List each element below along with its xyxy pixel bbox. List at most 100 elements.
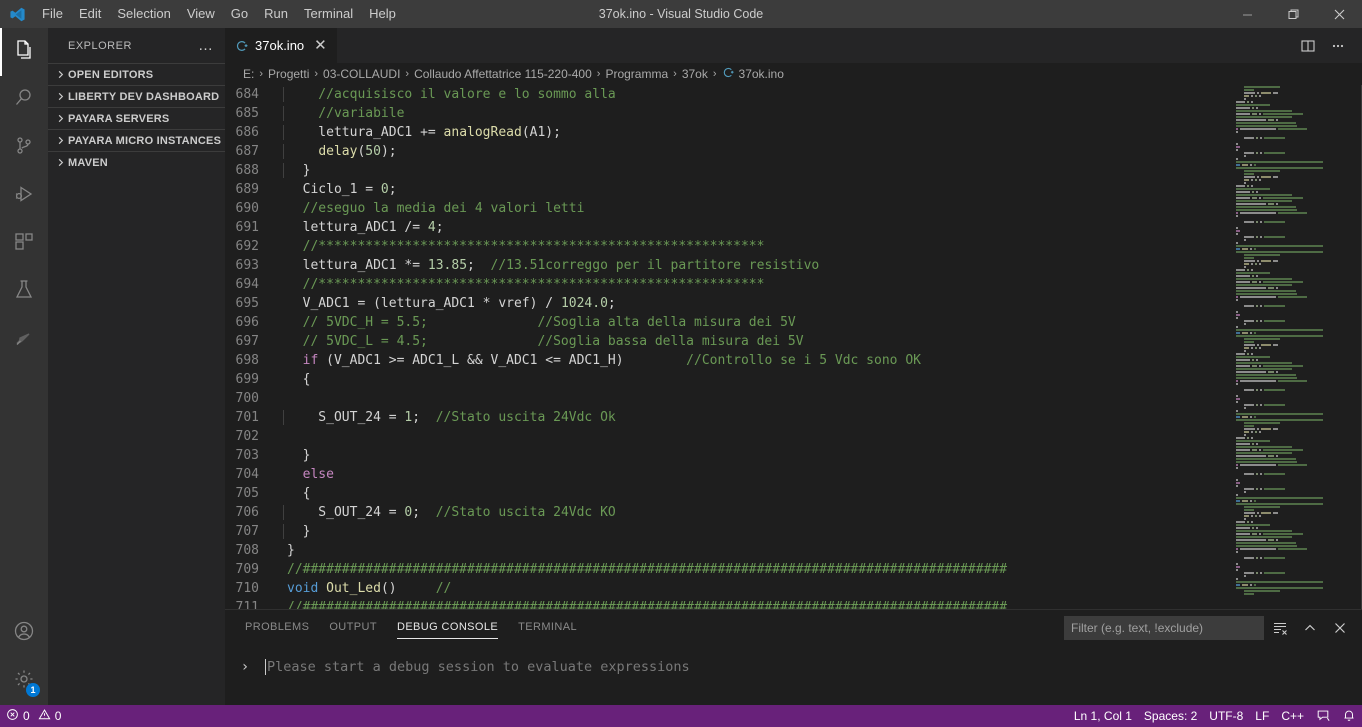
panel-tab-output[interactable]: OUTPUT: [319, 610, 387, 645]
status-encoding[interactable]: UTF-8: [1203, 705, 1249, 727]
minimap-token: [1264, 236, 1286, 238]
status-indentation[interactable]: Spaces: 2: [1138, 705, 1203, 727]
activity-item-liberty-dashboard[interactable]: [0, 316, 48, 364]
minimap-token: [1252, 281, 1257, 283]
breadcrumb-item-programma[interactable]: Programma: [605, 67, 668, 81]
status-problems[interactable]: 0 0: [0, 705, 67, 727]
code-line[interactable]: 699 {: [225, 370, 1228, 389]
code-line[interactable]: 694 //**********************************…: [225, 275, 1228, 294]
sidebar-item-payara-servers[interactable]: PAYARA SERVERS: [48, 107, 225, 129]
maximize-panel-button[interactable]: [1296, 616, 1324, 640]
code-line[interactable]: 688 }: [225, 161, 1228, 180]
code-line[interactable]: 691 lettura_ADC1 /= 4;: [225, 218, 1228, 237]
code-line[interactable]: 690 //eseguo la media dei 4 valori letti: [225, 199, 1228, 218]
menu-help[interactable]: Help: [361, 0, 404, 28]
activity-item-explorer[interactable]: [0, 28, 48, 76]
status-feedback-button[interactable]: [1310, 705, 1336, 727]
debug-console-body[interactable]: › Please start a debug session to evalua…: [225, 645, 1362, 705]
code-line[interactable]: 705 {: [225, 484, 1228, 503]
menu-run[interactable]: Run: [256, 0, 296, 28]
activity-item-extensions[interactable]: [0, 220, 48, 268]
code-line[interactable]: 703 }: [225, 446, 1228, 465]
code-line[interactable]: 706 S_OUT_24 = 0; //Stato uscita 24Vdc K…: [225, 503, 1228, 522]
menu-terminal[interactable]: Terminal: [296, 0, 361, 28]
code-editor[interactable]: 684 //acquisisco il valore e lo sommo al…: [225, 85, 1362, 609]
minimap-token: [1256, 236, 1258, 238]
code-scroll-region[interactable]: 684 //acquisisco il valore e lo sommo al…: [225, 85, 1228, 609]
activity-item-accounts[interactable]: [0, 609, 48, 657]
code-line[interactable]: 684 //acquisisco il valore e lo sommo al…: [225, 85, 1228, 104]
activity-item-manage-settings[interactable]: 1: [0, 657, 48, 705]
breadcrumb-item-collaudo-affettatrice[interactable]: Collaudo Affettatrice 115-220-400: [414, 67, 592, 81]
activity-item-search[interactable]: [0, 76, 48, 124]
menu-file[interactable]: File: [34, 0, 71, 28]
minimap-token: [1236, 401, 1238, 403]
code-line[interactable]: 696 // 5VDC_H = 5.5; //Soglia alta della…: [225, 313, 1228, 332]
menu-view[interactable]: View: [179, 0, 223, 28]
sidebar-item-payara-micro-instances[interactable]: PAYARA MICRO INSTANCES: [48, 129, 225, 151]
code-token: //variabile: [287, 106, 404, 121]
minimap-token: [1257, 428, 1259, 430]
clear-console-button[interactable]: [1266, 616, 1294, 640]
code-line[interactable]: 710void Out_Led() //: [225, 579, 1228, 598]
minimize-button[interactable]: [1224, 0, 1270, 28]
minimap-token: [1244, 239, 1246, 241]
status-notifications-button[interactable]: [1336, 705, 1362, 727]
debug-console-filter-input[interactable]: [1064, 616, 1264, 640]
menu-go[interactable]: Go: [223, 0, 256, 28]
code-line[interactable]: 711//###################################…: [225, 598, 1228, 609]
editor-tab-37ok-ino[interactable]: 37ok.ino ✕: [225, 28, 338, 63]
code-line[interactable]: 709//###################################…: [225, 560, 1228, 579]
code-line[interactable]: 702: [225, 427, 1228, 446]
status-eol[interactable]: LF: [1249, 705, 1275, 727]
panel-tab-debug-console[interactable]: DEBUG CONSOLE: [387, 610, 508, 645]
breadcrumb-item-37ok[interactable]: 37ok: [682, 67, 708, 81]
code-line[interactable]: 698 if (V_ADC1 >= ADC1_L && V_ADC1 <= AD…: [225, 351, 1228, 370]
breadcrumb-item-file[interactable]: 37ok.ino: [739, 67, 784, 81]
minimap-token: [1244, 98, 1246, 100]
code-line[interactable]: 708}: [225, 541, 1228, 560]
minimap-token: [1264, 473, 1286, 475]
code-line[interactable]: 695 V_ADC1 = (lettura_ADC1 * vref) / 102…: [225, 294, 1228, 313]
close-button[interactable]: [1316, 0, 1362, 28]
sidebar-item-maven[interactable]: MAVEN: [48, 151, 225, 173]
sidebar-item-open-editors[interactable]: OPEN EDITORS: [48, 63, 225, 85]
breadcrumb-item-drive[interactable]: E:: [243, 67, 254, 81]
breadcrumb-item-collaudi[interactable]: 03-COLLAUDI: [323, 67, 400, 81]
sidebar-item-liberty-dev-dashboard[interactable]: LIBERTY DEV DASHBOARD: [48, 85, 225, 107]
activity-item-testing[interactable]: [0, 268, 48, 316]
sidebar-more-actions-button[interactable]: …: [192, 41, 219, 51]
line-number: 707: [225, 524, 281, 539]
code-token: //**************************************…: [287, 239, 764, 254]
editor-tab-close-button[interactable]: ✕: [314, 38, 327, 53]
panel-tab-problems[interactable]: PROBLEMS: [235, 610, 319, 645]
activity-item-run-and-debug[interactable]: [0, 172, 48, 220]
code-line[interactable]: 700: [225, 389, 1228, 408]
panel-tab-terminal[interactable]: TERMINAL: [508, 610, 587, 645]
code-line[interactable]: 697 // 5VDC_L = 4.5; //Soglia bassa dell…: [225, 332, 1228, 351]
code-line[interactable]: 704 else: [225, 465, 1228, 484]
activity-item-source-control[interactable]: [0, 124, 48, 172]
code-line[interactable]: 686 lettura_ADC1 += analogRead(A1);: [225, 123, 1228, 142]
minimap[interactable]: [1228, 85, 1362, 609]
menu-bar[interactable]: File Edit Selection View Go Run Terminal…: [34, 0, 404, 28]
code-lines[interactable]: 684 //acquisisco il valore e lo sommo al…: [225, 85, 1228, 609]
minimap-token: [1236, 578, 1238, 580]
code-line[interactable]: 692 //**********************************…: [225, 237, 1228, 256]
code-line[interactable]: 701 S_OUT_24 = 1; //Stato uscita 24Vdc O…: [225, 408, 1228, 427]
status-cursor-position[interactable]: Ln 1, Col 1: [1068, 705, 1138, 727]
split-editor-right-button[interactable]: [1294, 32, 1322, 60]
status-language-mode[interactable]: C++: [1275, 705, 1310, 727]
menu-edit[interactable]: Edit: [71, 0, 109, 28]
close-panel-button[interactable]: [1326, 616, 1354, 640]
menu-selection[interactable]: Selection: [109, 0, 178, 28]
maximize-restore-button[interactable]: [1270, 0, 1316, 28]
repl-input[interactable]: Please start a debug session to evaluate…: [265, 659, 1362, 675]
code-line[interactable]: 693 lettura_ADC1 *= 13.85; //13.51correg…: [225, 256, 1228, 275]
code-line[interactable]: 707 }: [225, 522, 1228, 541]
code-line[interactable]: 687 delay(50);: [225, 142, 1228, 161]
code-line[interactable]: 685 //variabile: [225, 104, 1228, 123]
more-editor-actions-button[interactable]: [1324, 32, 1352, 60]
breadcrumb-item-progetti[interactable]: Progetti: [268, 67, 309, 81]
code-line[interactable]: 689 Ciclo_1 = 0;: [225, 180, 1228, 199]
